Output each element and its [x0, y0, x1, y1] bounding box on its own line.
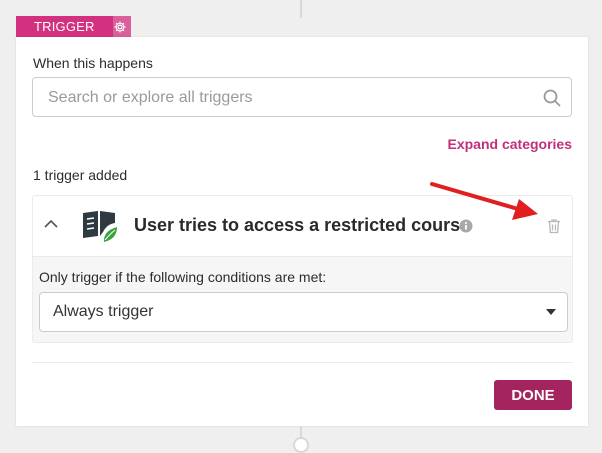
- trigger-search-box[interactable]: [32, 77, 572, 117]
- trigger-tab: TRIGGER: [16, 16, 113, 37]
- trigger-search-input[interactable]: [46, 86, 530, 110]
- when-label: When this happens: [33, 55, 153, 71]
- trigger-count-label: 1 trigger added: [33, 167, 128, 183]
- trigger-card: User tries to access a restricted course…: [32, 195, 573, 343]
- caret-down-icon: [546, 309, 556, 315]
- trigger-title: User tries to access a restricted course: [134, 215, 471, 235]
- done-button[interactable]: DONE: [494, 380, 572, 410]
- trigger-conditions: Only trigger if the following conditions…: [33, 257, 572, 342]
- info-icon[interactable]: [459, 219, 473, 233]
- search-icon[interactable]: [542, 88, 562, 108]
- conditions-select[interactable]: Always trigger: [39, 292, 568, 332]
- delete-trigger-icon[interactable]: [547, 218, 561, 234]
- panel-divider: [32, 362, 573, 363]
- flow-connector-top: [300, 0, 302, 18]
- gear-icon: [113, 20, 126, 33]
- trigger-card-header: User tries to access a restricted course: [33, 196, 572, 257]
- conditions-label: Only trigger if the following conditions…: [39, 269, 327, 285]
- flow-connector-dot: [293, 437, 309, 453]
- course-book-leaf-icon: [83, 211, 117, 242]
- conditions-select-value: Always trigger: [53, 303, 154, 320]
- chevron-up-icon[interactable]: [43, 218, 59, 230]
- trigger-settings-button[interactable]: [108, 16, 131, 37]
- trigger-panel: When this happens Expand categories 1 tr…: [16, 37, 588, 426]
- expand-categories-link[interactable]: Expand categories: [448, 136, 573, 152]
